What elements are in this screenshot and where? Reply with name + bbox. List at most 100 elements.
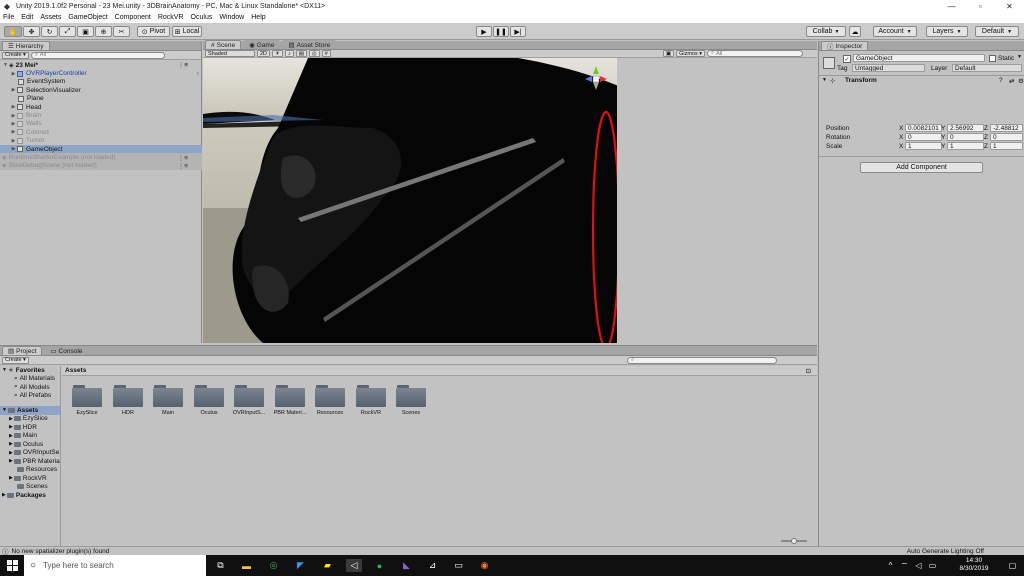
minimize-button[interactable]: — [937, 0, 966, 12]
hierarchy-item[interactable]: ▶ Brain [0, 111, 202, 119]
menu-oculus[interactable]: Oculus [191, 14, 213, 21]
tab-game[interactable]: ◉ Game [243, 40, 281, 49]
zoom-slider[interactable] [781, 538, 807, 544]
audio-toggle[interactable]: ♪ [284, 50, 294, 57]
preset-icon[interactable]: ⇄ [1009, 77, 1014, 85]
transform-tool-button[interactable]: ⊕ [95, 26, 112, 37]
layers-dropdown[interactable]: Layers ▼ [926, 26, 968, 37]
asset-tree-item[interactable]: Scenes [0, 483, 60, 492]
move-tool-button[interactable]: ✥ [23, 26, 40, 37]
layout-dropdown[interactable]: Default ▼ [975, 26, 1019, 37]
tab-console[interactable]: ▭ Console [44, 346, 89, 355]
hand-tool-button[interactable]: ✋ [4, 26, 22, 37]
object-name-field[interactable]: GameObject [853, 54, 985, 62]
gear-icon[interactable]: ⚙ [1018, 77, 1024, 85]
favorites-item[interactable]: ⌕ All Prefabs [0, 392, 60, 401]
position-z-field[interactable]: -2.48812 [990, 124, 1023, 132]
rotate-tool-button[interactable]: ↻ [41, 26, 58, 37]
asset-tree-item[interactable]: ▶ HDR [0, 423, 60, 432]
status-message[interactable]: No new spatializer plugin(s) found [12, 548, 110, 555]
asset-tree-item[interactable]: ▶ Oculus [0, 440, 60, 449]
unloaded-scene-row[interactable]: ◈ RuntimeShatterExample (not loaded) ⋮≡ [0, 153, 202, 162]
sticky-notes-icon[interactable]: ▰ [321, 559, 334, 572]
taskbar-clock[interactable]: 14:30 8/30/2019 [946, 557, 1002, 573]
tray-chevron-icon[interactable]: ^ [884, 559, 897, 572]
close-button[interactable]: ✕ [995, 0, 1024, 12]
asset-tree-item[interactable]: ▶ Main [0, 432, 60, 441]
chrome-icon[interactable]: ◎ [267, 559, 280, 572]
maximize-button[interactable]: ▫ [966, 0, 995, 12]
taskbar-search-input[interactable]: ○ Type here to search [24, 555, 206, 576]
gizmos-dropdown[interactable]: Gizmos ▾ [676, 50, 705, 57]
tab-inspector[interactable]: ⓘ Inspector [821, 41, 869, 51]
tab-asset-store[interactable]: ▤ Asset Store [282, 40, 337, 49]
menu-rockvr[interactable]: RockVR [158, 14, 184, 21]
hierarchy-item[interactable]: ▶ Head [0, 103, 202, 111]
app-icon[interactable]: ⊿ [426, 559, 439, 572]
app-icon[interactable]: ▭ [452, 559, 465, 572]
rect-tool-button[interactable]: ▣ [77, 26, 94, 37]
menu-component[interactable]: Component [115, 14, 151, 21]
menu-gameobject[interactable]: GameObject [68, 14, 107, 21]
scene-viewport[interactable] [203, 58, 617, 343]
scale-y-field[interactable]: 1 [947, 142, 984, 150]
pivot-toggle[interactable]: ⊙ Pivot [137, 26, 170, 37]
expand-arrow-icon[interactable]: ▼ [822, 77, 827, 83]
hidden-toggle[interactable]: ◎ [308, 50, 320, 57]
tab-project[interactable]: ▤ Project [2, 346, 43, 355]
help-icon[interactable]: ? [999, 77, 1003, 84]
tab-scene[interactable]: # Scene [205, 40, 242, 49]
asset-folder[interactable]: HDR [113, 385, 143, 416]
rotation-z-field[interactable]: 0 [990, 133, 1023, 141]
hierarchy-item[interactable]: ▶ Colored [0, 128, 202, 136]
pause-button[interactable]: ❚❚ [493, 26, 509, 37]
menu-help[interactable]: Help [251, 14, 265, 21]
vscode-icon[interactable]: ◤ [294, 559, 307, 572]
asset-folder[interactable]: RockVR [356, 385, 386, 416]
slider-handle[interactable] [791, 538, 797, 544]
scene-menu-icon[interactable]: ⋮≡ [178, 154, 188, 162]
asset-tree-item[interactable]: ▶ RockVR [0, 474, 60, 483]
asset-folder[interactable]: Oculus [194, 385, 224, 416]
gizmo-toggle[interactable]: # [321, 50, 331, 57]
scene-menu-icon[interactable]: ⋮≡ [178, 61, 188, 69]
layer-dropdown[interactable]: Default [952, 64, 1022, 72]
hierarchy-item[interactable]: EventSystem [0, 78, 202, 86]
custom-tool-button[interactable]: ✂ [113, 26, 130, 37]
camera-settings-button[interactable]: ▣ [662, 50, 675, 57]
collab-dropdown[interactable]: Collab ▼ [806, 26, 846, 37]
effects-toggle[interactable]: ▤ [295, 50, 307, 57]
project-create-button[interactable]: Create ▾ [2, 356, 29, 364]
asset-folder[interactable]: PBR Materi... [274, 385, 306, 416]
favorites-item[interactable]: ⌕ All Models [0, 383, 60, 392]
chevron-down-icon[interactable]: ▼ [1017, 54, 1022, 60]
hierarchy-item-selected[interactable]: ▶ GameObject [0, 145, 202, 154]
packages-row[interactable]: ▶ Packages [0, 491, 60, 500]
visual-studio-icon[interactable]: ◣ [400, 559, 413, 572]
file-explorer-icon[interactable]: ▬ [240, 559, 253, 572]
assets-root-row[interactable]: ▼ Assets [0, 406, 60, 415]
hierarchy-item[interactable]: ▶ OVRPlayerController › [0, 69, 202, 77]
menu-assets[interactable]: Assets [40, 14, 61, 21]
play-button[interactable]: ▶ [476, 26, 492, 37]
scale-tool-button[interactable]: ⤢ [59, 26, 76, 37]
volume-icon[interactable]: ◁ [912, 559, 925, 572]
favorites-item[interactable]: ⌕ All Materials [0, 375, 60, 384]
rotation-x-field[interactable]: 0 [905, 133, 942, 141]
battery-icon[interactable]: ▭ [926, 559, 939, 572]
asset-tree-item[interactable]: ▶ PBR Materia [0, 457, 60, 466]
hierarchy-item[interactable]: ▶ Tumor [0, 137, 202, 145]
network-icon[interactable]: ⌔ [898, 559, 911, 572]
scene-orientation-gizmo[interactable] [583, 64, 609, 94]
menu-file[interactable]: File [3, 14, 14, 21]
favorites-row[interactable]: ▼ ★ Favorites [0, 366, 60, 375]
project-search-input[interactable]: ⌕ [627, 356, 777, 364]
asset-tree-item[interactable]: ▶ OVRInputSe [0, 449, 60, 458]
hierarchy-item[interactable]: ▶ SelectionVisualizer [0, 86, 202, 94]
breadcrumb-assets[interactable]: Assets [65, 367, 86, 374]
task-view-icon[interactable]: ⧉ [214, 559, 227, 572]
account-dropdown[interactable]: Account ▼ [873, 26, 917, 37]
notifications-icon[interactable]: ▢ [1006, 559, 1019, 572]
asset-tree-item[interactable]: Resources [0, 466, 60, 475]
position-y-field[interactable]: 2.56992 [947, 124, 984, 132]
